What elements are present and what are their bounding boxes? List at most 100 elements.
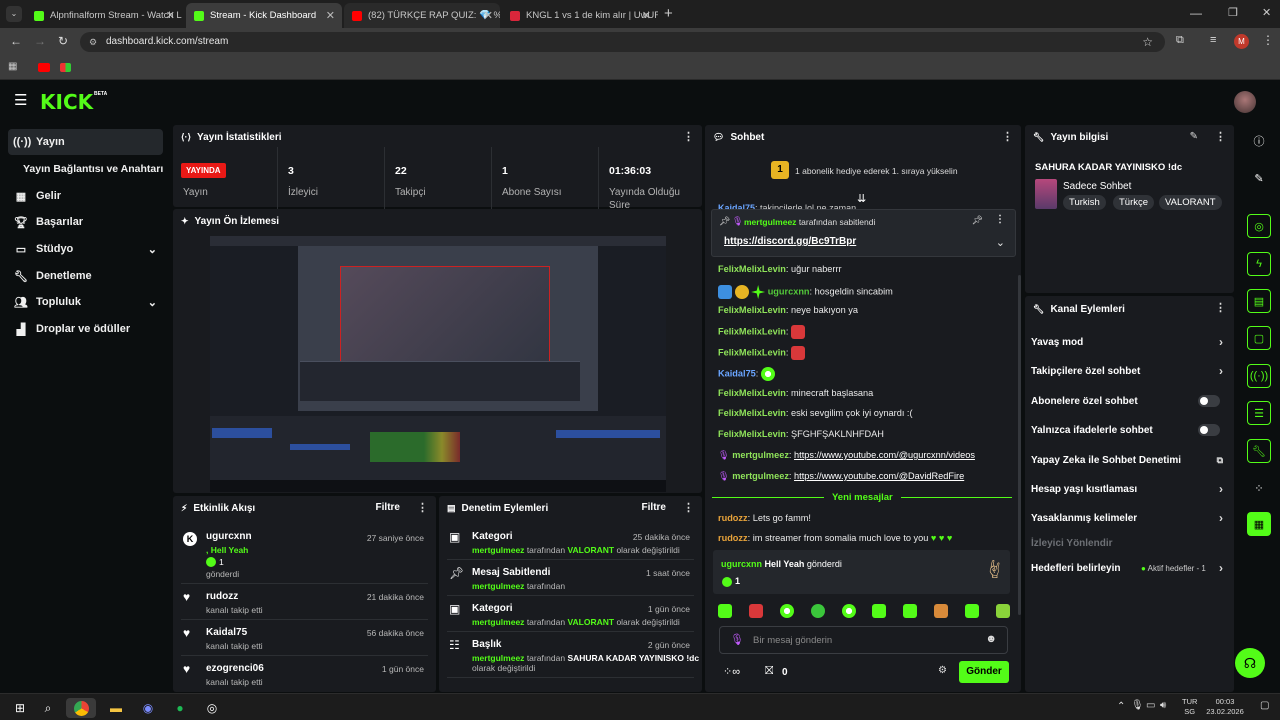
- angry-emote-icon[interactable]: [748, 604, 763, 618]
- extensions-icon[interactable]: ⧉: [1176, 34, 1184, 47]
- search-icon[interactable]: ⌕: [38, 698, 58, 718]
- info-icon[interactable]: ⓘ: [1247, 129, 1271, 153]
- sidebar-item-moderation[interactable]: 🔧︎ Denetleme: [8, 263, 163, 289]
- clapper-icon[interactable]: ▦: [1247, 512, 1271, 536]
- close-tab-icon[interactable]: ✕: [326, 9, 335, 22]
- new-tab-icon[interactable]: +: [664, 5, 673, 22]
- lightning-icon[interactable]: ϟ: [1247, 252, 1271, 276]
- hamburger-menu-icon[interactable]: ☰: [14, 93, 27, 108]
- chrome-icon[interactable]: [66, 698, 96, 718]
- broadcast-icon[interactable]: ((·)): [1247, 364, 1271, 388]
- show-hidden-icons[interactable]: ⌃: [1117, 701, 1125, 712]
- bookmark-icon[interactable]: [60, 63, 71, 72]
- kick-emote-icon[interactable]: [779, 604, 794, 618]
- sidebar-item-achievements[interactable]: 🏆︎ Başarılar: [8, 209, 163, 235]
- activity-username[interactable]: ugurcxnn: [206, 531, 252, 542]
- more-options-icon[interactable]: ⋮: [1215, 130, 1226, 143]
- kick-logo[interactable]: KICK: [40, 90, 93, 114]
- emote-only-toggle[interactable]: [1198, 424, 1220, 436]
- chat-settings-icon[interactable]: ⚙: [938, 665, 947, 676]
- clock[interactable]: 00:03 23.02.2026: [1205, 697, 1245, 717]
- emote-icon[interactable]: [934, 604, 949, 618]
- community-points-icon[interactable]: ⁘∞: [723, 665, 740, 678]
- sidebar-item-drops[interactable]: ▟ Droplar ve ödüller: [8, 316, 163, 342]
- close-window-icon[interactable]: ✕: [1262, 6, 1271, 19]
- stack-icon[interactable]: ☰: [1247, 401, 1271, 425]
- pinned-link[interactable]: https://discord.gg/Bc9TrBpr: [724, 236, 856, 247]
- account-age-action[interactable]: Hesap yaşı kısıtlaması ›: [1031, 482, 1226, 496]
- slow-mode-action[interactable]: Yavaş mod ›: [1031, 335, 1226, 349]
- browser-tab[interactable]: Alpnfinalform Stream - Watch L ✕: [26, 3, 182, 28]
- sidebar-item-stream[interactable]: ((·)) Yayın: [8, 129, 163, 155]
- emote-only-action[interactable]: Yalnızca ifadelerle sohbet: [1031, 424, 1226, 436]
- browser-tab[interactable]: (82) TÜRKÇE RAP QUIZ: 💎 %9 ✕: [344, 3, 500, 28]
- kick-gift-card[interactable]: ugurcxnn Hell Yeah gönderdi 1 🤘︎: [713, 550, 1010, 594]
- subscribers-only-toggle[interactable]: [1198, 395, 1220, 407]
- sidebar-item-revenue[interactable]: ▦ Gelir: [8, 183, 163, 209]
- activity-username[interactable]: Kaidal75: [206, 627, 247, 638]
- gift-icon[interactable]: ⛝: [765, 665, 773, 678]
- close-tab-icon[interactable]: ✕: [642, 9, 651, 22]
- browser-tab[interactable]: KNGL 1 vs 1 de kim alır | UwUF ✕: [502, 3, 658, 28]
- notes-icon[interactable]: ▤: [1247, 289, 1271, 313]
- banned-words-action[interactable]: Yasaklanmış kelimeler ›: [1031, 511, 1226, 525]
- kick-emote-icon[interactable]: [841, 604, 856, 618]
- tag-chip[interactable]: VALORANT: [1159, 195, 1222, 210]
- notifications-icon[interactable]: ▢: [1260, 700, 1269, 711]
- edit-pencil-icon[interactable]: ✎: [1190, 131, 1198, 142]
- wrench-icon[interactable]: 🔧︎: [1247, 439, 1271, 463]
- more-options-icon[interactable]: ⋮: [417, 501, 428, 514]
- chat-scrollbar[interactable]: [1018, 275, 1021, 615]
- goals-action[interactable]: Hedefleri belirleyin ● Aktif hedefler - …: [1031, 561, 1226, 575]
- category-name[interactable]: Sadece Sohbet: [1063, 181, 1131, 192]
- more-options-icon[interactable]: ⋮: [1215, 301, 1226, 314]
- bookmark-star-icon[interactable]: ☆: [1142, 32, 1153, 52]
- emote-icon[interactable]: [995, 604, 1010, 618]
- sidebar-item-stream-key[interactable]: Yayın Bağlantısı ve Anahtarı: [18, 156, 168, 182]
- sidebar-item-studio[interactable]: ▭ Stüdyo ⌄: [8, 236, 163, 262]
- tab-list-button[interactable]: ⌄: [6, 6, 22, 22]
- browser-menu-icon[interactable]: ⋮: [1262, 33, 1274, 47]
- gift-sub-banner[interactable]: 1 1 abonelik hediye ederek 1. sıraya yük…: [705, 157, 1021, 185]
- emote-icon[interactable]: [872, 604, 887, 618]
- sidebar-item-community[interactable]: 👥︎ Topluluk ⌄: [8, 289, 163, 315]
- chat-input[interactable]: 🎙︎ Bir mesaj gönderin ☻: [719, 626, 1008, 654]
- stream-preview-video[interactable]: [210, 236, 666, 492]
- unpin-icon[interactable]: 📌︎: [972, 215, 983, 226]
- chevron-down-icon[interactable]: ⌄: [996, 236, 1005, 249]
- more-options-icon[interactable]: ⋮: [683, 130, 694, 143]
- volume-icon[interactable]: 🔊︎: [1160, 700, 1166, 711]
- community-points-icon[interactable]: ⁘: [1247, 476, 1271, 500]
- back-icon[interactable]: ←: [10, 34, 22, 48]
- filter-button[interactable]: Filtre: [642, 502, 666, 513]
- activity-username[interactable]: ezogrenci06: [206, 663, 264, 674]
- chat-link[interactable]: https://www.youtube.com/@DavidRedFire: [794, 471, 964, 481]
- more-options-icon[interactable]: ⋮: [995, 214, 1005, 225]
- media-control-icon[interactable]: ≡: [1210, 34, 1216, 46]
- new-messages-divider[interactable]: Yeni mesajlar: [712, 492, 1012, 504]
- network-icon[interactable]: ▭: [1146, 700, 1155, 711]
- edit-pencil-icon[interactable]: ✎: [1247, 166, 1271, 190]
- close-tab-icon[interactable]: ✕: [484, 9, 493, 22]
- ai-moderation-action[interactable]: Yapay Zeka ile Sohbet Denetimi ⧉: [1031, 455, 1226, 466]
- spotify-icon[interactable]: ●: [170, 698, 190, 718]
- activity-username[interactable]: rudozz: [206, 591, 238, 602]
- followers-only-action[interactable]: Takipçilere özel sohbet ›: [1031, 364, 1226, 378]
- user-avatar[interactable]: [1234, 91, 1256, 113]
- language-indicator[interactable]: TUR SG: [1182, 697, 1197, 717]
- restore-window-icon[interactable]: ❐: [1228, 6, 1238, 19]
- subscribers-only-action[interactable]: Abonelere özel sohbet: [1031, 395, 1226, 407]
- youtube-bookmark-icon[interactable]: [38, 63, 50, 72]
- clip-icon[interactable]: ◎: [1247, 214, 1271, 238]
- windows-start-icon[interactable]: ⊞: [10, 698, 30, 718]
- reload-icon[interactable]: ↻: [58, 34, 68, 48]
- chat-link[interactable]: https://www.youtube.com/@ugurcxnn/videos: [794, 450, 975, 460]
- tag-chip[interactable]: Turkish: [1063, 195, 1106, 210]
- close-tab-icon[interactable]: ✕: [166, 9, 175, 22]
- more-options-icon[interactable]: ⋮: [1002, 130, 1013, 143]
- emote-icon[interactable]: [718, 604, 732, 618]
- discord-icon[interactable]: ◉: [138, 698, 158, 718]
- pinned-message[interactable]: 📌︎ 🎙︎ mertgulmeez tarafından sabitlendi …: [711, 209, 1016, 257]
- emote-icon[interactable]: [965, 604, 979, 618]
- url-input[interactable]: ⚙ dashboard.kick.com/stream ☆: [80, 32, 1165, 52]
